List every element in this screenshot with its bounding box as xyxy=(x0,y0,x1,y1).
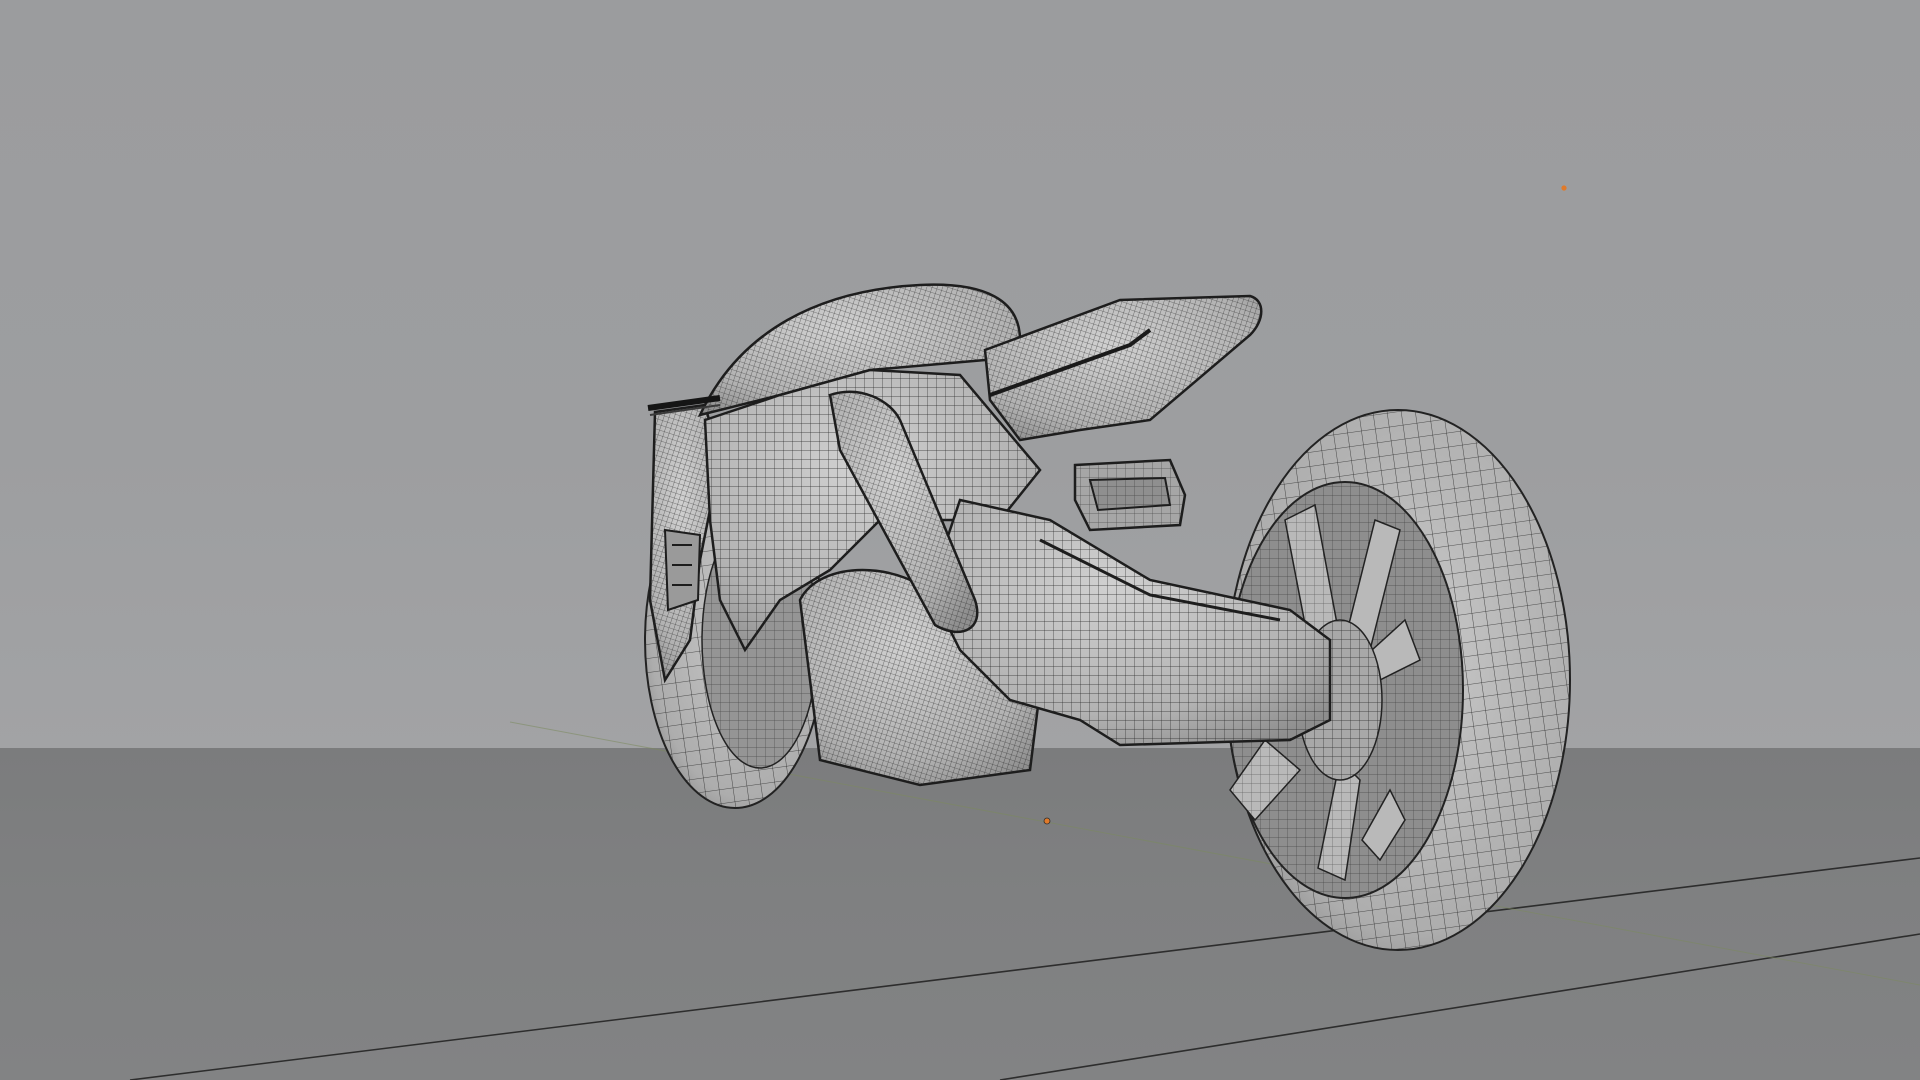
floor-grid-lines xyxy=(129,721,1920,1080)
rear-frame[interactable] xyxy=(1073,458,1187,532)
tail-seat[interactable] xyxy=(983,294,1263,442)
light-origin-marker[interactable] xyxy=(1561,185,1567,191)
object-origin-marker[interactable] xyxy=(1043,817,1051,825)
3d-viewport[interactable] xyxy=(0,0,1920,1080)
viewport-canvas[interactable] xyxy=(0,0,1920,1080)
